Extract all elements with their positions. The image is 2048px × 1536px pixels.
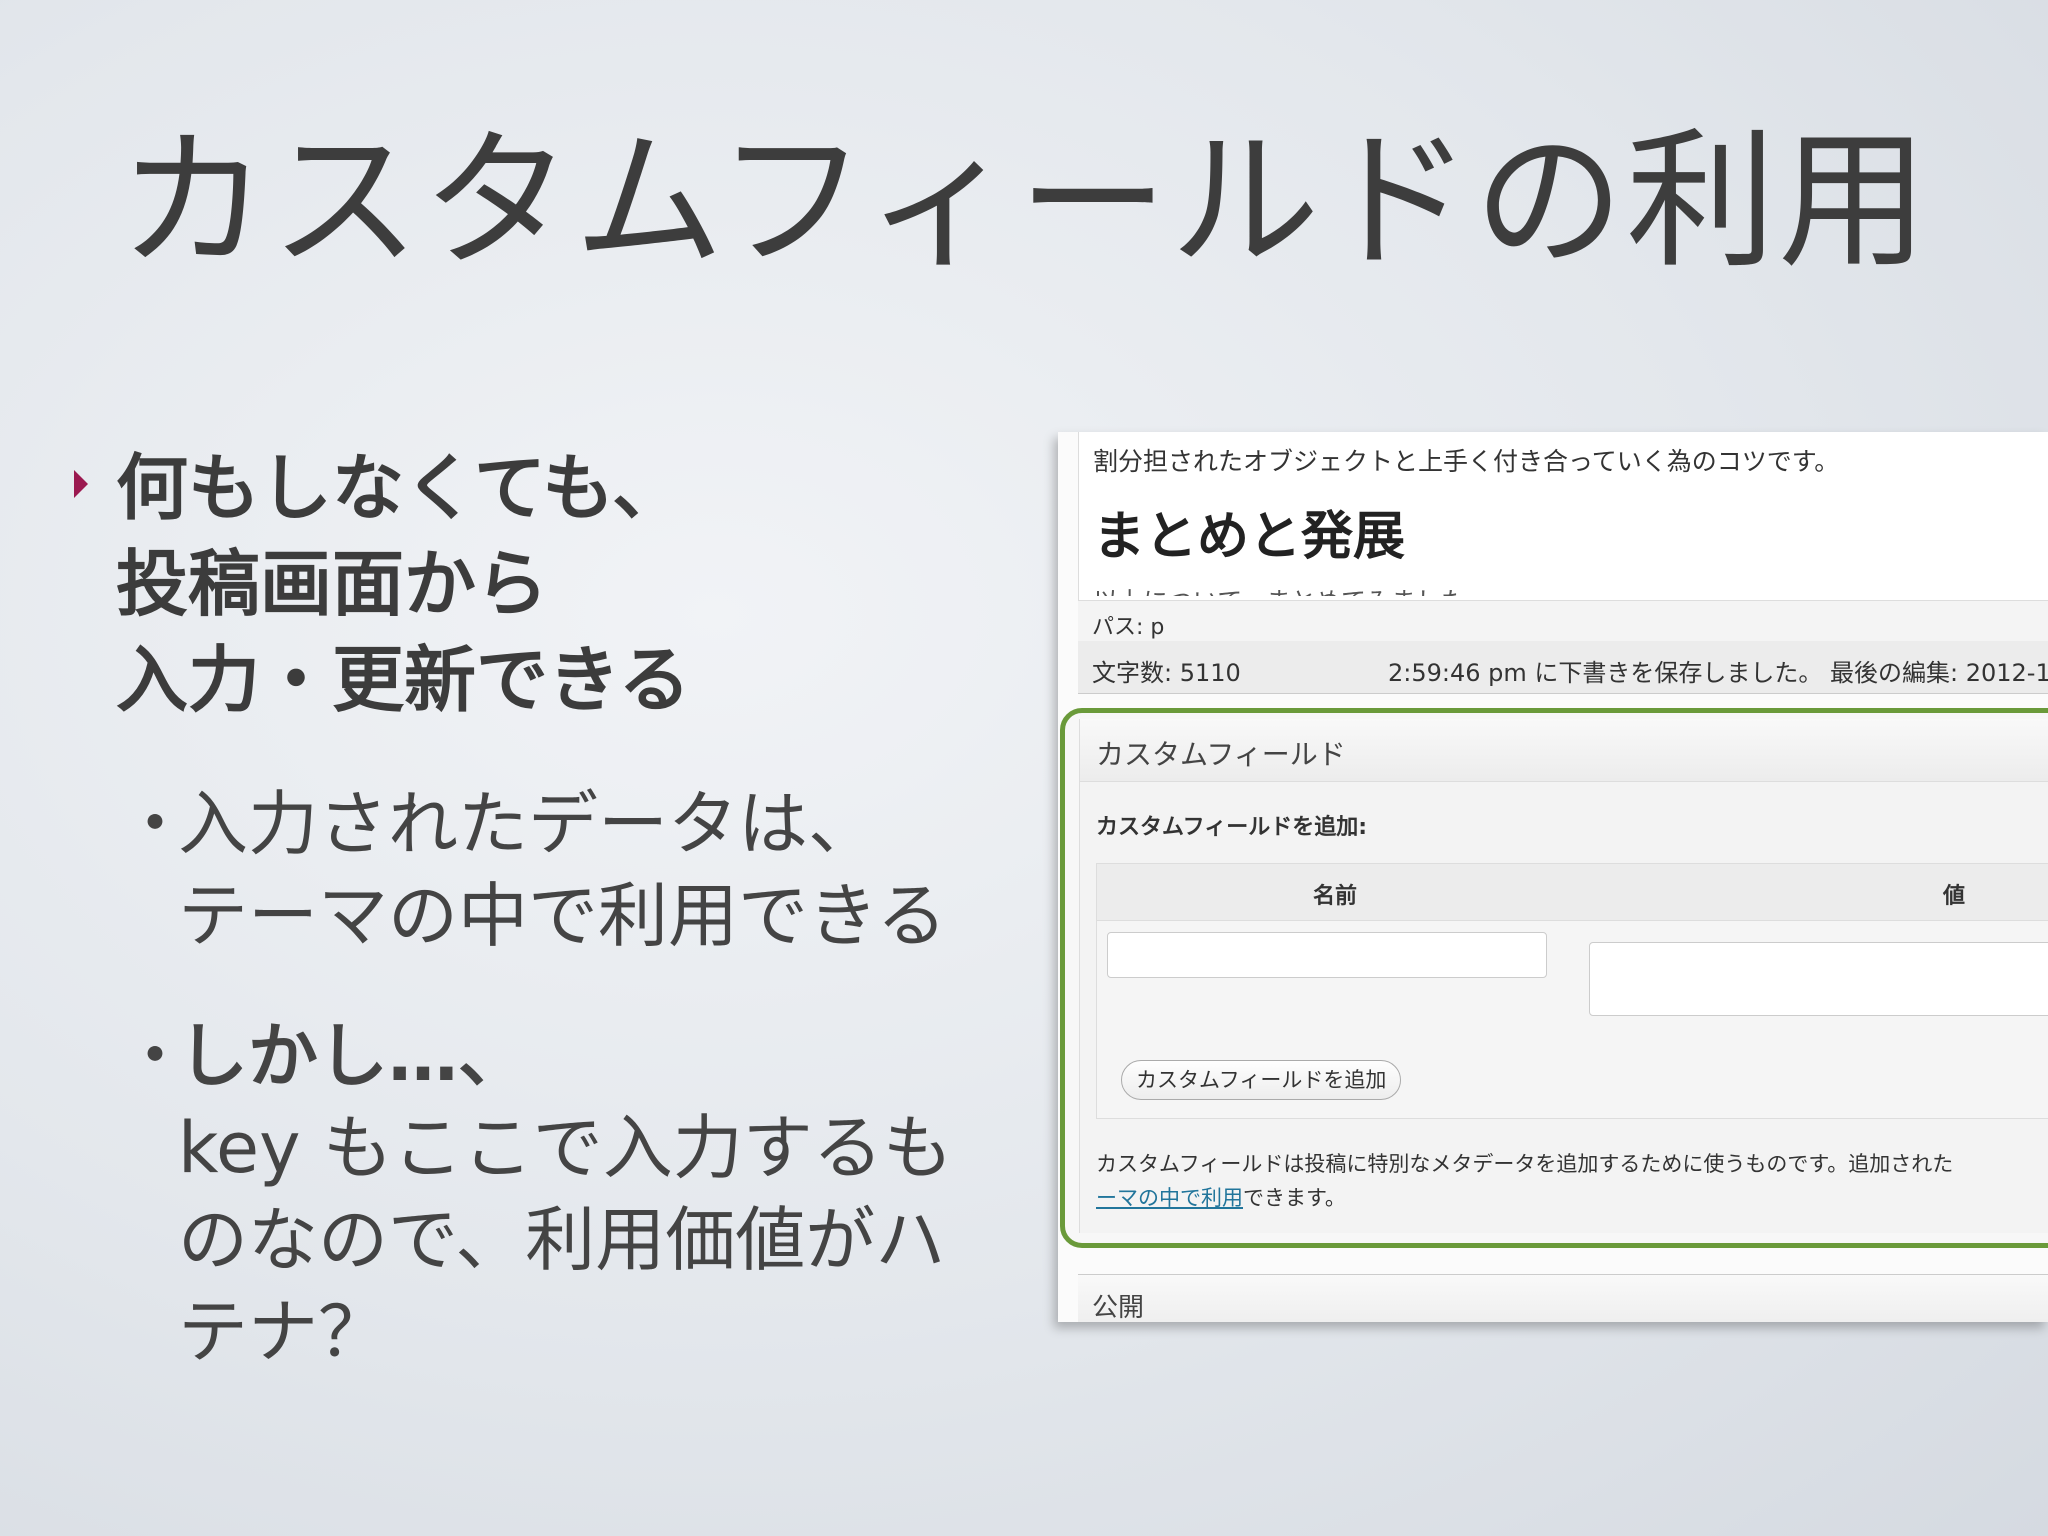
post-editor[interactable]: 割分担されたオブジェクトと上手く付き合っていく為のコツです。 まとめと発展 以上… bbox=[1078, 432, 2048, 600]
description-line-2: ーマの中で利用できます。 bbox=[1096, 1181, 1953, 1215]
add-custom-field-label: カスタムフィールドを追加: bbox=[1096, 815, 1368, 840]
custom-fields-title: カスタムフィールド bbox=[1096, 738, 1346, 771]
custom-fields-highlight: カスタムフィールド カスタムフィールドを追加: 名前 値 カスタムフィールドを追… bbox=[1060, 708, 2048, 1248]
sub-bullet-2-line-2: のなので、利用価値がハ bbox=[178, 1199, 946, 1281]
path-bar: パス: p bbox=[1078, 600, 2048, 642]
column-value: 値 bbox=[1943, 884, 1966, 909]
editor-cut-text: 以上について、まとめてみました bbox=[1093, 582, 1466, 596]
custom-field-value-input[interactable] bbox=[1589, 942, 2048, 1016]
sub-bullet-2-line-3: テナ？ bbox=[178, 1291, 388, 1373]
custom-field-table: 名前 値 カスタムフィールドを追加 bbox=[1096, 863, 2048, 1119]
path-text: パス: p bbox=[1092, 615, 1165, 640]
publish-title: 公開 bbox=[1092, 1293, 1145, 1322]
word-count: 文字数: 5110 bbox=[1092, 659, 1241, 687]
main-bullet: 何もしなくても、 投稿画面から 入力・更新できる bbox=[74, 440, 1014, 728]
editor-intro-text: 割分担されたオブジェクトと上手く付き合っていく為のコツです。 bbox=[1093, 447, 1840, 476]
dot-bullet-icon: ・ bbox=[120, 1015, 190, 1097]
main-bullet-line-2: 投稿画面から bbox=[116, 542, 549, 626]
custom-fields-header[interactable]: カスタムフィールド bbox=[1080, 719, 2048, 782]
add-custom-field-button[interactable]: カスタムフィールドを追加 bbox=[1121, 1060, 1402, 1100]
custom-fields-panel: カスタムフィールド カスタムフィールドを追加: 名前 値 カスタムフィールドを追… bbox=[1079, 719, 2048, 1233]
wordpress-editor-screenshot: 割分担されたオブジェクトと上手く付き合っていく為のコツです。 まとめと発展 以上… bbox=[1058, 432, 2048, 1322]
publish-panel-header[interactable]: 公開 bbox=[1078, 1274, 2048, 1322]
status-bar: 文字数: 5110 2:59:46 pm に下書きを保存しました。 最後の編集:… bbox=[1078, 641, 2048, 694]
column-name: 名前 bbox=[1313, 884, 1358, 909]
sub-bullet-1-line-2: テーマの中で利用できる bbox=[178, 875, 947, 957]
sub-bullet-1: ・ 入力されたデータは、 テーマの中で利用できる bbox=[120, 778, 1000, 962]
draft-saved-text: 2:59:46 pm に下書きを保存しました。 最後の編集: 2012-1 bbox=[1388, 659, 2048, 687]
sub-bullet-2-line-1: key もここで入力するも bbox=[178, 1107, 953, 1189]
description-line-2-rest: できます。 bbox=[1243, 1186, 1346, 1210]
custom-field-table-header: 名前 値 bbox=[1097, 864, 2048, 921]
main-bullet-line-3: 入力・更新できる bbox=[116, 638, 691, 722]
sub-bullet-1-line-1: 入力されたデータは、 bbox=[178, 783, 878, 865]
custom-field-name-input[interactable] bbox=[1107, 932, 1547, 978]
dot-bullet-icon: ・ bbox=[120, 783, 190, 865]
description-line-1: カスタムフィールドは投稿に特別なメタデータを追加するために使うものです。追加され… bbox=[1096, 1152, 1954, 1176]
sub-bullet-2: ・ しかし…、 key もここで入力するも のなので、利用価値がハ テナ？ bbox=[120, 1010, 1000, 1378]
custom-fields-description: カスタムフィールドは投稿に特別なメタデータを追加するために使うものです。追加され… bbox=[1096, 1147, 1953, 1215]
triangle-bullet-icon bbox=[74, 470, 88, 498]
theme-usage-link[interactable]: ーマの中で利用 bbox=[1096, 1186, 1243, 1210]
main-bullet-line-1: 何もしなくても、 bbox=[116, 446, 685, 530]
slide-title: カスタムフィールドの利用 bbox=[117, 115, 1930, 289]
sub-bullet-2-bold-line: しかし…、 bbox=[178, 1015, 528, 1097]
editor-heading: まとめと発展 bbox=[1093, 506, 1406, 567]
